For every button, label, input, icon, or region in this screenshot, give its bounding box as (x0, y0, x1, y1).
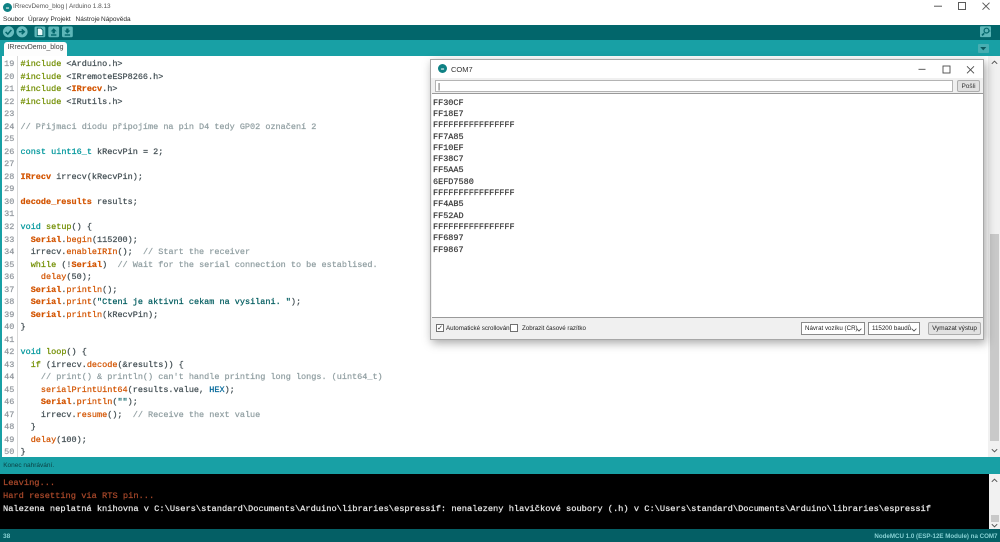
svg-text:∞: ∞ (6, 5, 10, 11)
